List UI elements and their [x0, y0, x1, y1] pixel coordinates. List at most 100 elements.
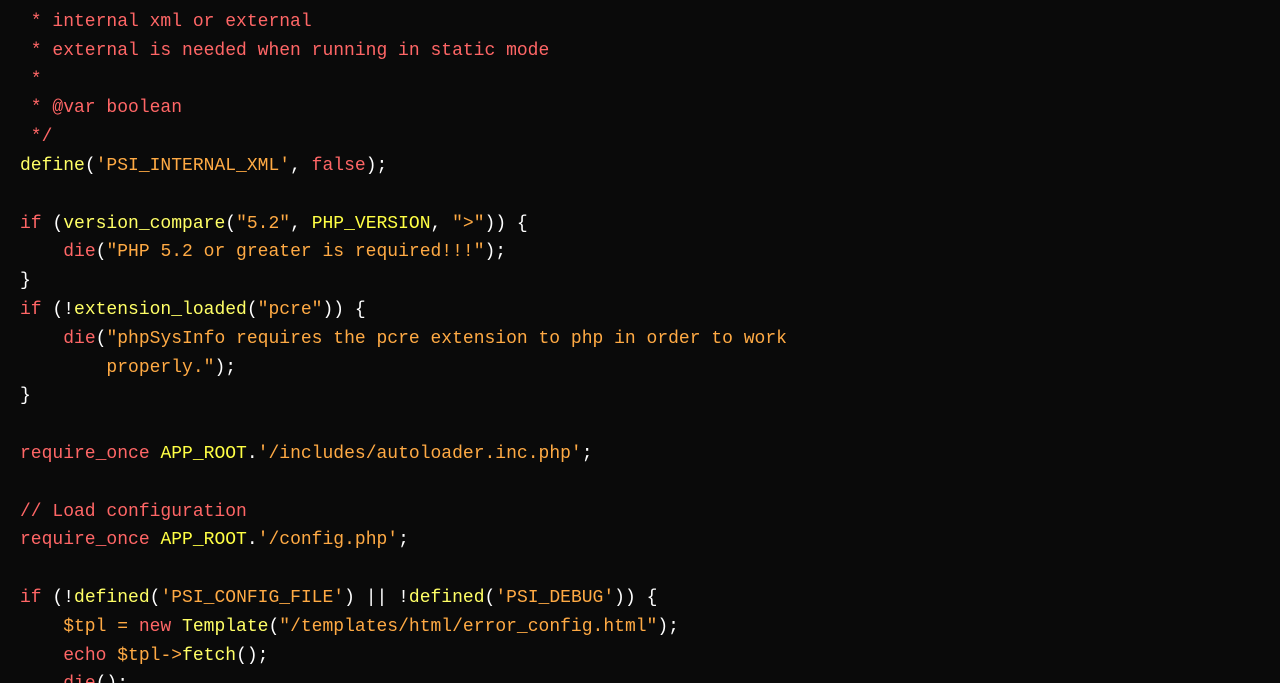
code-token: echo: [63, 646, 106, 666]
code-token: die: [63, 674, 95, 683]
code-token: [150, 530, 161, 550]
code-token: if: [20, 300, 42, 320]
code-token: * internal xml: [20, 12, 193, 32]
code-token: $tpl->: [106, 646, 182, 666]
code-line: $tpl = new Template("/templates/html/err…: [20, 613, 1260, 642]
code-token: (: [150, 588, 161, 608]
code-token: .: [247, 444, 258, 464]
code-token: "/templates/html/error_config.html": [279, 617, 657, 637]
code-token: 'PSI_DEBUG': [495, 588, 614, 608]
code-token: );: [366, 156, 388, 176]
code-line: * external is needed when running in sta…: [20, 37, 1260, 66]
code-token: Template: [182, 617, 268, 637]
code-token: (!: [42, 300, 74, 320]
code-token: 'PSI_INTERNAL_XML': [96, 156, 290, 176]
code-token: "PHP 5.2 or greater is required!!!": [106, 242, 484, 262]
code-token: die: [63, 329, 95, 349]
code-token: // Load configuration: [20, 502, 247, 522]
code-token: (: [42, 214, 64, 234]
code-token: ,: [431, 214, 453, 234]
code-line: if (version_compare("5.2", PHP_VERSION, …: [20, 210, 1260, 239]
code-editor: * internal xml or external * external is…: [0, 0, 1280, 683]
code-token: (: [96, 329, 107, 349]
code-token: */: [20, 127, 52, 147]
code-token: (: [247, 300, 258, 320]
code-token: *: [20, 70, 42, 90]
code-line: */: [20, 123, 1260, 152]
code-line: die("PHP 5.2 or greater is required!!!")…: [20, 238, 1260, 267]
code-token: '/config.php': [258, 530, 398, 550]
code-token: )) {: [485, 214, 528, 234]
code-line: * @var boolean: [20, 94, 1260, 123]
code-token: define: [20, 156, 85, 176]
code-line: * internal xml or external: [20, 8, 1260, 37]
code-token: APP_ROOT: [160, 444, 246, 464]
code-token: ">": [452, 214, 484, 234]
code-token: );: [657, 617, 679, 637]
code-line: die("phpSysInfo requires the pcre extens…: [20, 325, 1260, 354]
code-token: ) || !: [344, 588, 409, 608]
code-token: PHP_VERSION: [312, 214, 431, 234]
code-token: false: [312, 156, 366, 176]
code-token: or: [193, 12, 215, 32]
code-line: if (!extension_loaded("pcre")) {: [20, 296, 1260, 325]
code-token: @var: [52, 98, 95, 118]
code-token: }: [20, 386, 31, 406]
code-token: $tpl =: [20, 617, 139, 637]
code-line: // Load configuration: [20, 498, 1260, 527]
code-token: )) {: [614, 588, 657, 608]
code-line: require_once APP_ROOT.'/config.php';: [20, 526, 1260, 555]
code-token: properly.": [20, 358, 214, 378]
code-token: )) {: [322, 300, 365, 320]
code-token: 'PSI_CONFIG_FILE': [160, 588, 344, 608]
code-line: [20, 469, 1260, 498]
code-token: );: [214, 358, 236, 378]
code-line: properly.");: [20, 354, 1260, 383]
code-line: [20, 411, 1260, 440]
code-token: *: [20, 98, 52, 118]
code-token: (: [268, 617, 279, 637]
code-line: [20, 181, 1260, 210]
code-line: *: [20, 66, 1260, 95]
code-token: defined: [74, 588, 150, 608]
code-line: die();: [20, 670, 1260, 683]
code-lines: * internal xml or external * external is…: [20, 8, 1260, 683]
code-token: (: [225, 214, 236, 234]
code-token: [20, 329, 63, 349]
code-token: ;: [398, 530, 409, 550]
code-token: [20, 242, 63, 262]
code-token: );: [485, 242, 507, 262]
code-token: ();: [236, 646, 268, 666]
code-token: "5.2": [236, 214, 290, 234]
code-token: ,: [290, 214, 312, 234]
code-token: [20, 674, 63, 683]
code-token: }: [20, 271, 31, 291]
code-line: echo $tpl->fetch();: [20, 642, 1260, 671]
code-token: die: [63, 242, 95, 262]
code-token: if: [20, 214, 42, 234]
code-token: (: [485, 588, 496, 608]
code-token: if: [20, 588, 42, 608]
code-token: '/includes/autoloader.inc.php': [258, 444, 582, 464]
code-token: [20, 646, 63, 666]
code-token: new: [139, 617, 182, 637]
code-token: require_once: [20, 530, 150, 550]
code-token: defined: [409, 588, 485, 608]
code-line: define('PSI_INTERNAL_XML', false);: [20, 152, 1260, 181]
code-line: }: [20, 382, 1260, 411]
code-line: [20, 555, 1260, 584]
code-line: require_once APP_ROOT.'/includes/autoloa…: [20, 440, 1260, 469]
code-line: }: [20, 267, 1260, 296]
code-token: require_once: [20, 444, 150, 464]
code-token: fetch: [182, 646, 236, 666]
code-token: ;: [582, 444, 593, 464]
code-token: "phpSysInfo requires the pcre extension …: [106, 329, 787, 349]
code-token: ();: [96, 674, 128, 683]
code-token: external: [214, 12, 311, 32]
code-token: APP_ROOT: [160, 530, 246, 550]
code-token: "pcre": [258, 300, 323, 320]
code-token: version_compare: [63, 214, 225, 234]
code-line: if (!defined('PSI_CONFIG_FILE') || !defi…: [20, 584, 1260, 613]
code-token: [150, 444, 161, 464]
code-token: .: [247, 530, 258, 550]
